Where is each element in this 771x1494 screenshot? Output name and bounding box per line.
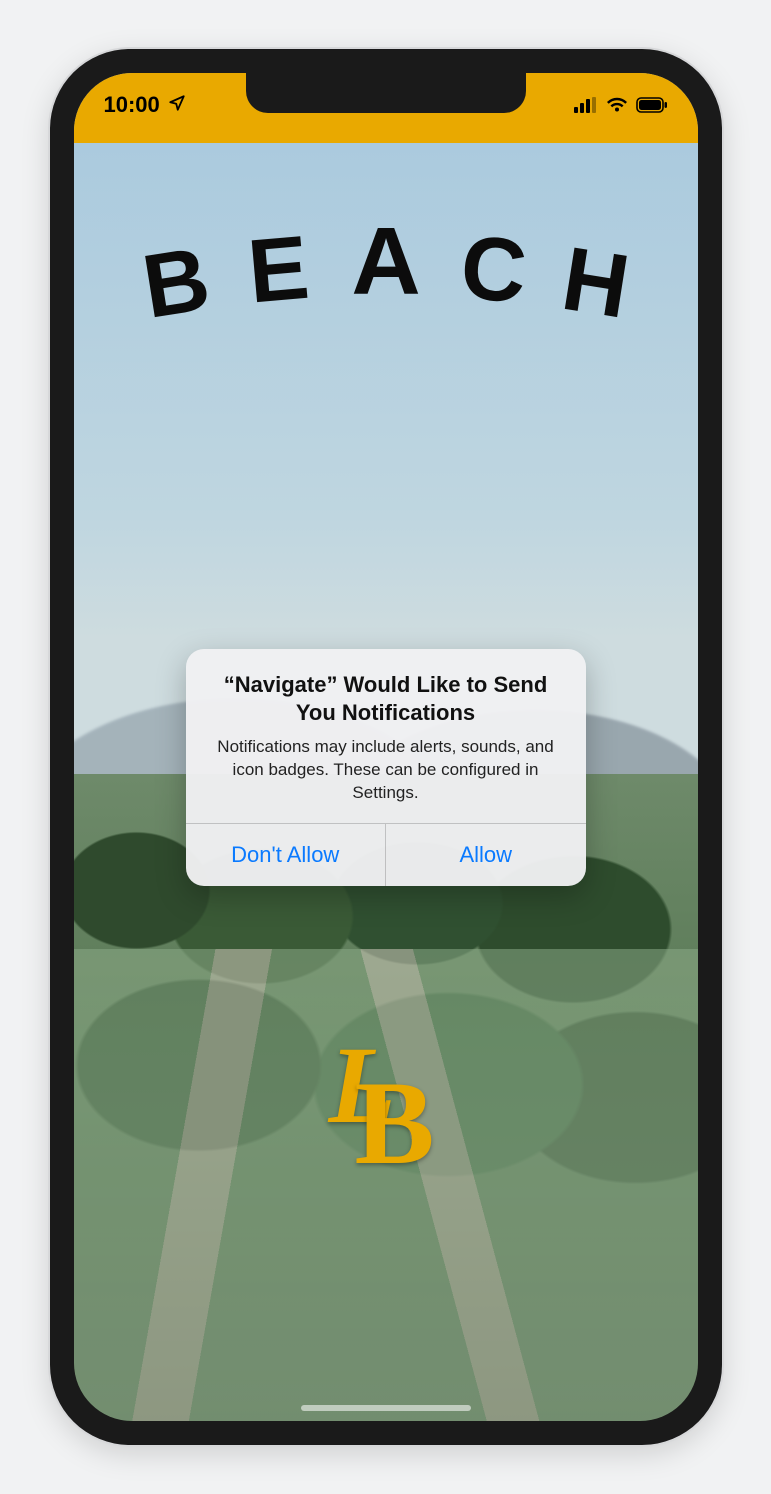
alert-body: “Navigate” Would Like to Send You Notifi…: [186, 649, 586, 823]
alert-title: “Navigate” Would Like to Send You Notifi…: [208, 671, 564, 736]
phone-screen: 10:00 B E: [74, 73, 698, 1421]
alert-backdrop: “Navigate” Would Like to Send You Notifi…: [74, 73, 698, 1421]
allow-button[interactable]: Allow: [385, 824, 586, 886]
notification-permission-alert: “Navigate” Would Like to Send You Notifi…: [186, 649, 586, 886]
phone-frame: 10:00 B E: [50, 49, 722, 1445]
alert-button-row: Don't Allow Allow: [186, 823, 586, 886]
home-indicator[interactable]: [301, 1405, 471, 1411]
alert-message: Notifications may include alerts, sounds…: [208, 736, 564, 805]
dont-allow-button[interactable]: Don't Allow: [186, 824, 386, 886]
phone-notch: [246, 73, 526, 113]
